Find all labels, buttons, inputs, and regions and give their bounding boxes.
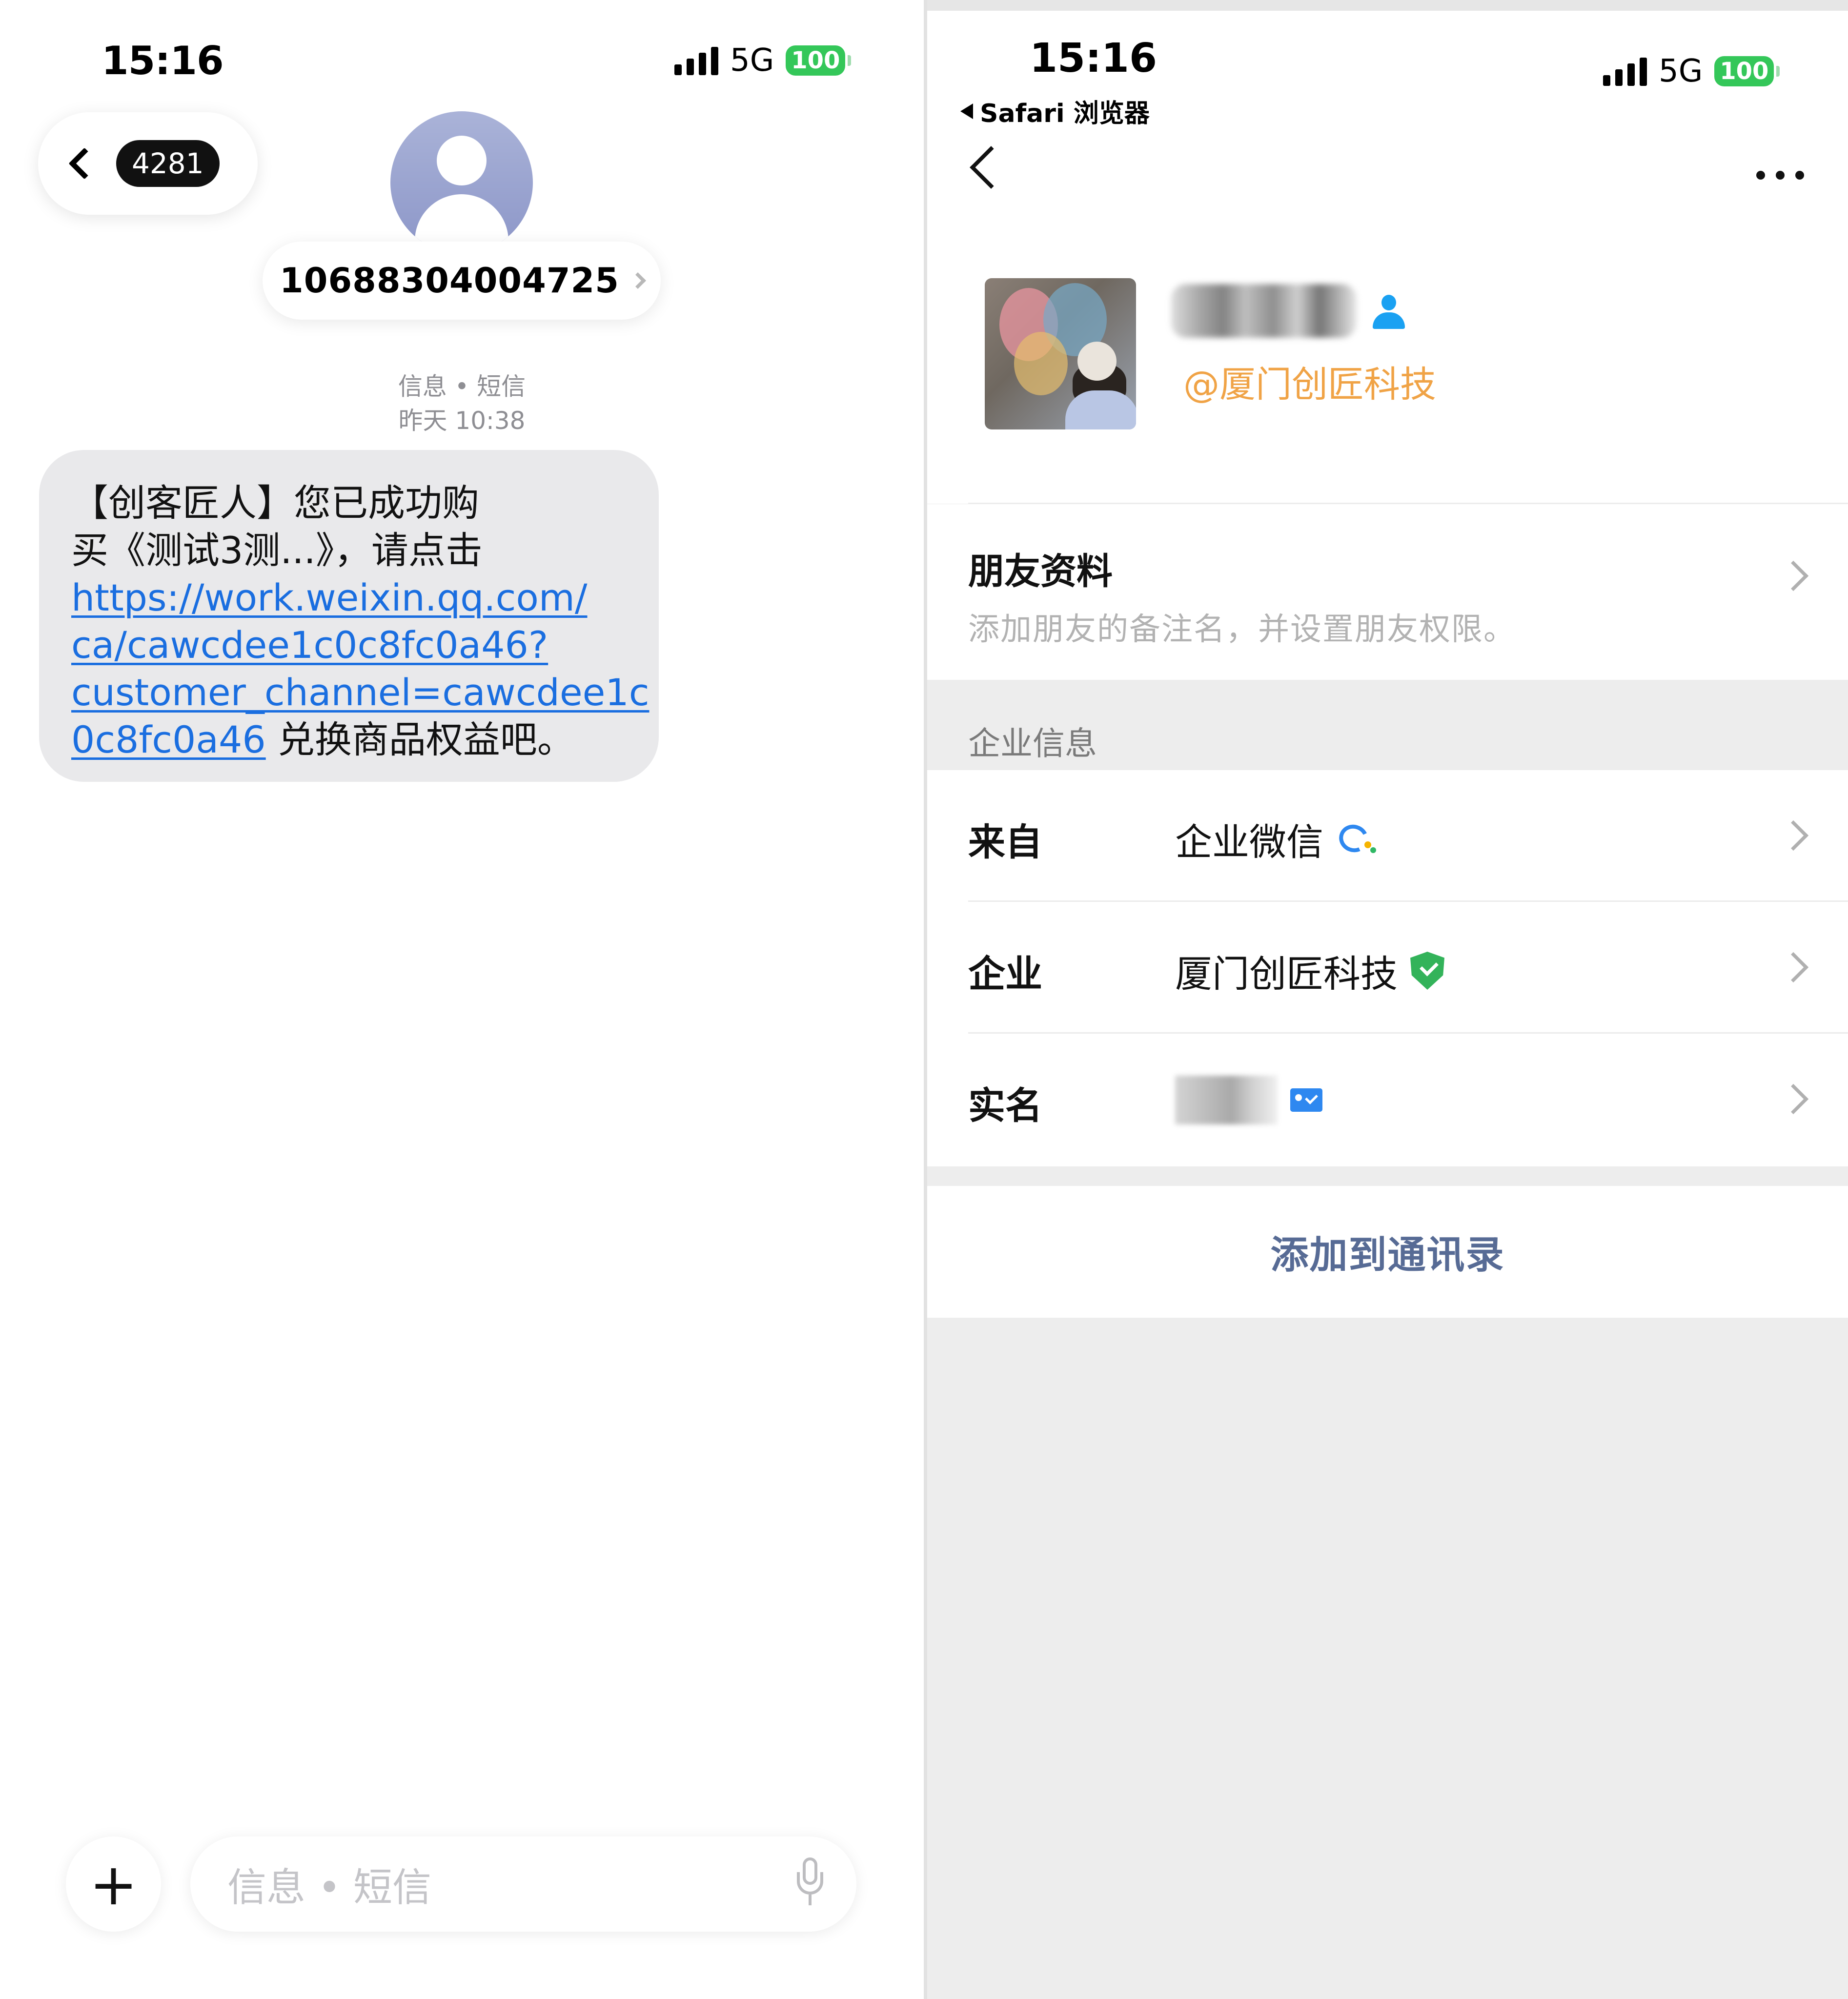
back-button[interactable]: 4281 (38, 112, 258, 215)
panel-divider (924, 0, 927, 1999)
chevron-right-icon (1778, 952, 1809, 983)
message-input[interactable]: 信息 • 短信 (190, 1836, 856, 1932)
chevron-left-icon[interactable] (970, 146, 1013, 189)
wecom-logo-icon (1335, 820, 1377, 857)
status-time: 15:16 (102, 38, 224, 83)
row-value (1175, 1076, 1322, 1124)
verified-shield-icon (1410, 952, 1444, 990)
row-key: 实名 (968, 1084, 1042, 1127)
id-card-icon (1290, 1088, 1322, 1112)
profile-header: 15:16 Safari 浏览器 5G 100 @厦门创匠科技 (927, 11, 1848, 504)
blurred-realname (1175, 1076, 1278, 1124)
network-type: 5G (730, 42, 774, 79)
message-input-placeholder: 信息 • 短信 (227, 1864, 432, 1910)
enterprise-info-list: 来自 企业微信 企业 厦门创匠科技 实名 (927, 770, 1848, 1166)
message-line: 【创客匠人】您已成功购 (71, 481, 479, 525)
blurred-name (1171, 284, 1357, 338)
message-link[interactable]: customer_channel=cawcdee1c (71, 671, 650, 714)
message-tail-text: 兑换商品权益吧。 (265, 718, 574, 761)
chevron-right-icon (1778, 1083, 1809, 1115)
contact-name-button[interactable]: 10688304004725 (263, 242, 661, 320)
back-triangle-icon (960, 103, 973, 119)
row-realname[interactable]: 实名 (927, 1034, 1848, 1165)
row-value-text: 企业微信 (1175, 820, 1323, 864)
back-to-app[interactable]: Safari 浏览器 (960, 93, 1150, 129)
message-link[interactable]: https://work.weixin.qq.com/ (71, 576, 588, 619)
top-band (927, 0, 1848, 11)
message-timestamp: 昨天 10:38 (398, 407, 526, 435)
chevron-right-icon (1778, 820, 1809, 851)
row-value: 企业微信 (1175, 812, 1377, 866)
messages-panel: 15:16 5G 100 4281 10688304004725 信息 • 短信… (0, 0, 924, 1999)
message-link[interactable]: ca/cawcdee1c0c8fc0a46? (71, 623, 548, 667)
person-icon (1369, 293, 1408, 332)
message-link[interactable]: 0c8fc0a46 (71, 718, 266, 761)
unread-count-badge: 4281 (116, 140, 220, 187)
status-right-group: 5G 100 (674, 42, 852, 79)
battery-indicator: 100 (1714, 56, 1780, 86)
row-key: 企业 (968, 952, 1042, 996)
message-line: 买《测试3测...》，请点击 (71, 529, 483, 572)
signal-bars-icon (674, 46, 718, 75)
contact-avatar-icon[interactable] (390, 111, 533, 254)
row-value-text: 厦门创匠科技 (1175, 952, 1398, 996)
row-value: 厦门创匠科技 (1175, 944, 1444, 998)
chevron-right-icon (629, 272, 646, 289)
chevron-left-icon (68, 147, 101, 180)
friend-info-title: 朋友资料 (968, 551, 1113, 592)
row-enterprise[interactable]: 企业 厦门创匠科技 (927, 902, 1848, 1034)
microphone-icon[interactable] (793, 1857, 827, 1911)
row-key: 来自 (968, 820, 1042, 864)
contact-number: 10688304004725 (280, 261, 619, 301)
network-type: 5G (1659, 53, 1703, 89)
profile-panel: 15:16 Safari 浏览器 5G 100 @厦门创匠科技 朋友资料 添加朋… (927, 0, 1848, 1999)
message-bubble: 【创客匠人】您已成功购 买《测试3测...》，请点击 https://work.… (39, 450, 659, 782)
back-to-app-label: Safari 浏览器 (980, 99, 1150, 128)
friend-info-row[interactable]: 朋友资料 添加朋友的备注名，并设置朋友权限。 (927, 504, 1848, 680)
row-from[interactable]: 来自 企业微信 (927, 770, 1848, 902)
message-channel-label: 信息 • 短信 (398, 372, 526, 401)
more-icon[interactable] (1756, 171, 1804, 180)
battery-indicator: 100 (786, 45, 852, 76)
status-right-group: 5G 100 (1603, 53, 1780, 89)
add-to-contacts-button[interactable]: 添加到通讯录 (927, 1186, 1848, 1318)
company-tag: @厦门创匠科技 (1183, 364, 1436, 406)
status-time: 15:16 (1030, 35, 1158, 82)
section-label: 企业信息 (968, 725, 1097, 762)
chevron-right-icon (1778, 560, 1809, 592)
plus-icon[interactable]: + (66, 1836, 161, 1932)
status-bar: 15:16 5G 100 (0, 0, 924, 107)
friend-info-subtitle: 添加朋友的备注名，并设置朋友权限。 (968, 612, 1516, 648)
profile-avatar[interactable] (985, 278, 1136, 429)
signal-bars-icon (1603, 57, 1647, 86)
